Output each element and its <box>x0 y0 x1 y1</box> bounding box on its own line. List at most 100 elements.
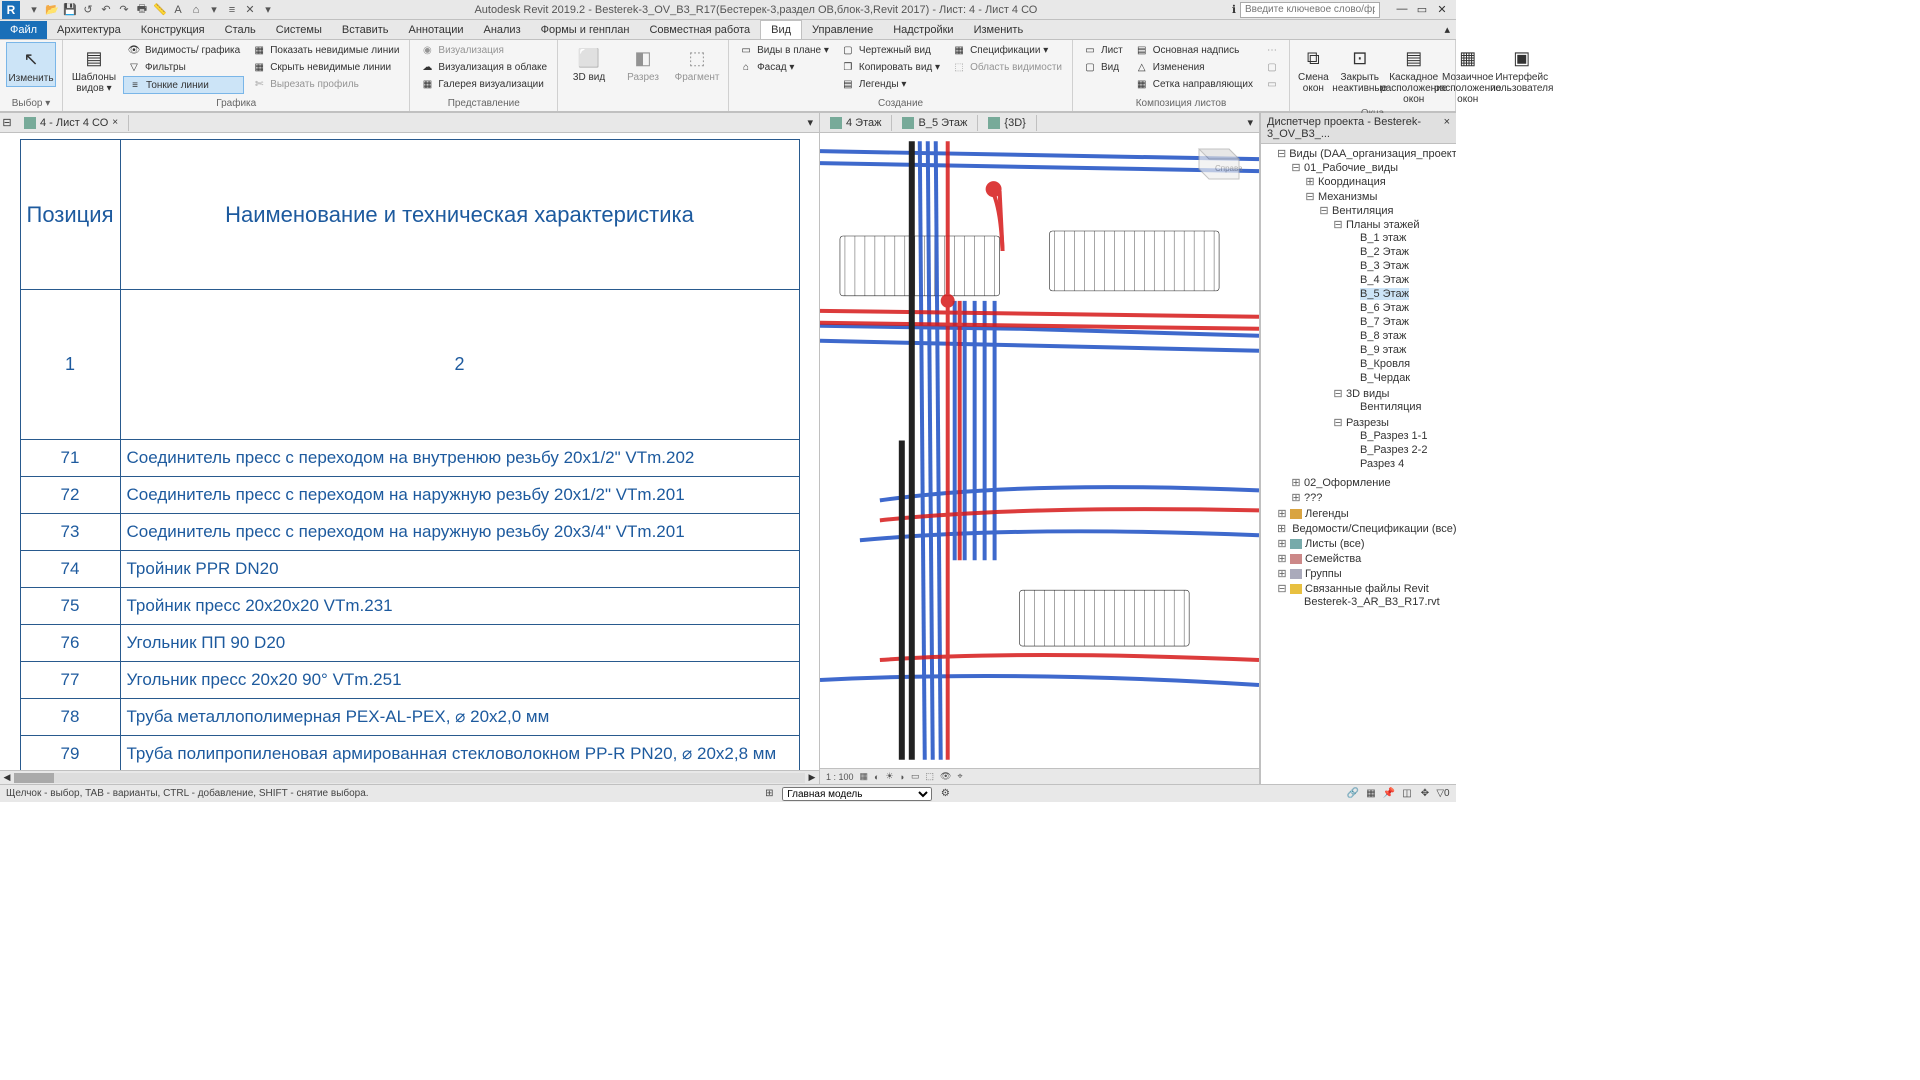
model-select[interactable]: Главная модель <box>782 787 932 801</box>
tree-item[interactable]: В_3 Этаж <box>1347 259 1454 273</box>
ribbon-tab[interactable]: Анализ <box>473 21 530 39</box>
select-links-icon[interactable]: 🔗 <box>1346 787 1360 801</box>
close-icon[interactable]: ✕ <box>1434 3 1450 16</box>
modify-button[interactable]: ↖ Изменить <box>6 42 56 87</box>
tree-item[interactable]: В_Разрез 1-1 <box>1347 429 1454 443</box>
drafting-view-button[interactable]: ▢Чертежный вид <box>837 42 944 58</box>
viewref-button[interactable]: ▢ <box>1261 59 1283 75</box>
project-tree[interactable]: ⊟Виды (DAA_организация_проекта) ⊟01_Рабо… <box>1261 144 1456 784</box>
close-hidden-icon[interactable]: ✕ <box>242 2 258 18</box>
tree-item[interactable]: В_9 этаж <box>1347 343 1454 357</box>
ribbon-tab[interactable]: Системы <box>266 21 332 39</box>
view-cube[interactable]: Справа <box>1179 139 1249 189</box>
close-panel-icon[interactable]: × <box>1444 116 1450 140</box>
qat-dropdown-icon[interactable]: ▾ <box>260 2 276 18</box>
home-icon[interactable]: ⌂ <box>188 2 204 18</box>
show-hidden-button[interactable]: ▦Показать невидимые линии <box>248 42 403 58</box>
tree-item[interactable]: В_5 Этаж <box>1347 287 1454 301</box>
view-dropdown-icon[interactable]: ▾ <box>801 116 819 129</box>
pin-icon[interactable]: ⊟ <box>0 116 14 129</box>
open-icon[interactable]: 📂 <box>44 2 60 18</box>
cascade-button[interactable]: ▤Каскадное расположение окон <box>1389 42 1439 107</box>
cloud-render-button[interactable]: ☁Визуализация в облаке <box>416 59 551 75</box>
ribbon-tab[interactable]: Изменить <box>964 21 1034 39</box>
tree-item[interactable]: В_Чердак <box>1347 371 1454 385</box>
close-inactive-button[interactable]: ⊡Закрыть неактивные <box>1335 42 1385 96</box>
ribbon-tab[interactable]: Сталь <box>215 21 266 39</box>
plan-views-button[interactable]: ▭Виды в плане ▾ <box>735 42 833 58</box>
scroll-right-icon[interactable]: ▶ <box>805 772 819 783</box>
hide-hidden-button[interactable]: ▦Скрыть невидимые линии <box>248 59 403 75</box>
gallery-button[interactable]: ▦Галерея визуализации <box>416 76 551 92</box>
ribbon-tab[interactable]: Аннотации <box>399 21 474 39</box>
editable-only-icon[interactable]: ⚙ <box>938 787 952 801</box>
elevation-button[interactable]: ⌂Фасад ▾ <box>735 59 833 75</box>
menu-icon[interactable]: ▾ <box>26 2 42 18</box>
ribbon-tab[interactable]: Надстройки <box>883 21 963 39</box>
detail-level-icon[interactable]: ▦ <box>860 771 869 782</box>
select-face-icon[interactable]: ◫ <box>1400 787 1414 801</box>
3d-view-button[interactable]: ⬜3D вид <box>564 42 614 85</box>
search-input[interactable] <box>1240 2 1380 18</box>
restore-icon[interactable]: ▭ <box>1414 3 1430 16</box>
hide-icon[interactable]: 👁 <box>940 771 951 782</box>
scale-label[interactable]: 1 : 100 <box>826 772 854 782</box>
tree-item[interactable]: В_6 Этаж <box>1347 301 1454 315</box>
thin-lines-button[interactable]: ≡Тонкие линии <box>123 76 244 94</box>
tile-button[interactable]: ▦Мозаичное расположение окон <box>1443 42 1493 107</box>
reveal-icon[interactable]: ⌖ <box>957 771 962 782</box>
view-button[interactable]: ▢Вид <box>1079 59 1127 75</box>
infocenter-icon[interactable]: ℹ <box>1232 3 1236 16</box>
titleblock-button[interactable]: ▤Основная надпись <box>1131 42 1257 58</box>
visual-style-icon[interactable]: ◐ <box>874 772 879 782</box>
view-tab[interactable]: B_5 Этаж <box>892 115 978 131</box>
ribbon-collapse-icon[interactable]: ▴ <box>1438 23 1456 36</box>
select-pinned-icon[interactable]: 📌 <box>1382 787 1396 801</box>
schedules-button[interactable]: ▦Спецификации ▾ <box>948 42 1066 58</box>
measure-icon[interactable]: 📏 <box>152 2 168 18</box>
revisions-button[interactable]: △Изменения <box>1131 59 1257 75</box>
ribbon-tab-view[interactable]: Вид <box>760 20 802 39</box>
sync-icon[interactable]: ↺ <box>80 2 96 18</box>
view-dropdown-icon[interactable]: ▾ <box>1241 116 1259 129</box>
tree-item[interactable]: Разрез 4 <box>1347 457 1454 471</box>
tree-item[interactable]: В_1 этаж <box>1347 231 1454 245</box>
tree-item[interactable]: В_8 этаж <box>1347 329 1454 343</box>
ribbon-tab[interactable]: Конструкция <box>131 21 215 39</box>
3d-view-canvas[interactable]: Справа <box>820 133 1259 768</box>
sun-path-icon[interactable]: ☀ <box>885 771 893 782</box>
matchline-button[interactable]: ⋯ <box>1261 42 1283 58</box>
workset-icon[interactable]: ⊞ <box>762 787 776 801</box>
switch-windows-button[interactable]: ⧉Смена окон <box>1296 42 1331 96</box>
crop-region-icon[interactable]: ⬚ <box>926 771 935 782</box>
tree-item[interactable]: В_4 Этаж <box>1347 273 1454 287</box>
scroll-left-icon[interactable]: ◀ <box>0 772 14 783</box>
redo-icon[interactable]: ↷ <box>116 2 132 18</box>
tree-item[interactable]: В_Кровля <box>1347 357 1454 371</box>
visibility-button[interactable]: 👁Видимость/ графика <box>123 42 244 58</box>
minimize-icon[interactable]: — <box>1394 3 1410 16</box>
render-button[interactable]: ◉Визуализация <box>416 42 551 58</box>
tree-item[interactable]: В_Разрез 2-2 <box>1347 443 1454 457</box>
select-underlay-icon[interactable]: ▦ <box>1364 787 1378 801</box>
crop-icon[interactable]: ▭ <box>911 771 920 782</box>
more-icon[interactable]: ▾ <box>206 2 222 18</box>
drag-icon[interactable]: ✥ <box>1418 787 1432 801</box>
thin-lines-icon[interactable]: ≡ <box>224 2 240 18</box>
ribbon-tab[interactable]: Вставить <box>332 21 399 39</box>
tree-item[interactable]: В_2 Этаж <box>1347 245 1454 259</box>
undo-icon[interactable]: ↶ <box>98 2 114 18</box>
duplicate-view-button[interactable]: ❐Копировать вид ▾ <box>837 59 944 75</box>
sheet-button[interactable]: ▭Лист <box>1079 42 1127 58</box>
tree-item[interactable]: В_7 Этаж <box>1347 315 1454 329</box>
guide-grid-button[interactable]: ▦Сетка направляющих <box>1131 76 1257 92</box>
section-button[interactable]: ◧Разрез <box>618 42 668 85</box>
sheet-canvas[interactable]: Позиция Наименование и техническая харак… <box>0 133 819 770</box>
ribbon-tab[interactable]: Совместная работа <box>639 21 760 39</box>
ui-button[interactable]: ▣Интерфейс пользователя <box>1497 42 1547 96</box>
ribbon-tab[interactable]: Управление <box>802 21 883 39</box>
text-icon[interactable]: A <box>170 2 186 18</box>
cut-profile-button[interactable]: ✄Вырезать профиль <box>248 76 403 92</box>
print-icon[interactable]: 🖶 <box>134 2 150 18</box>
horizontal-scrollbar[interactable]: ◀ ▶ <box>0 770 819 784</box>
